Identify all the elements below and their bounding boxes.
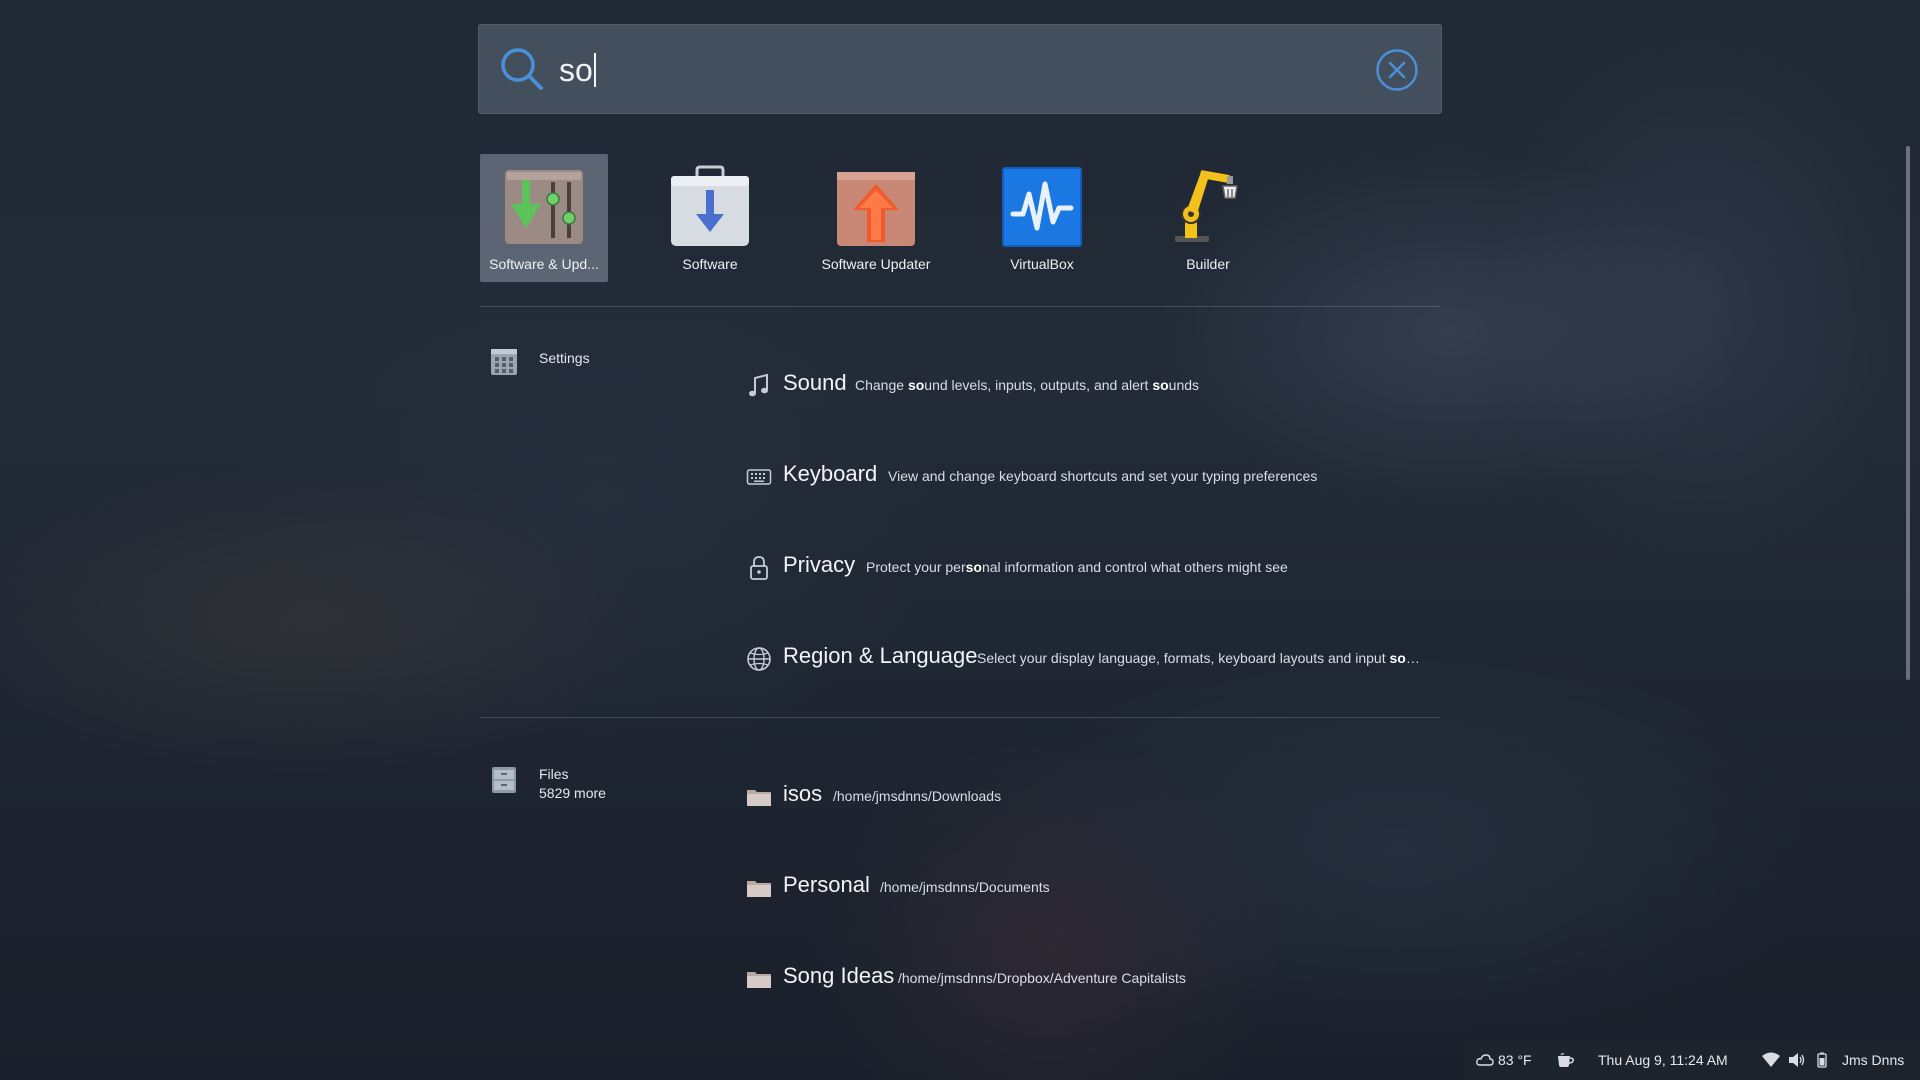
software-properties-icon bbox=[505, 170, 583, 244]
keyboard-icon bbox=[746, 469, 772, 485]
result-description: Select your display language, formats, k… bbox=[977, 650, 1420, 666]
app-software-updater[interactable]: Software Updater bbox=[812, 154, 940, 282]
app-label: Software Updater bbox=[821, 256, 931, 272]
app-label: Software bbox=[682, 256, 738, 272]
lock-icon bbox=[750, 556, 768, 580]
desc-text: View and change keyboard shortcuts and s… bbox=[888, 468, 1318, 484]
result-title: Song Ideas bbox=[783, 963, 895, 988]
cloud-icon bbox=[1476, 1054, 1494, 1066]
desc-match: so bbox=[1389, 650, 1406, 666]
result-description: View and change keyboard shortcuts and s… bbox=[888, 468, 1317, 484]
user-menu[interactable]: Jms Dnns bbox=[1842, 1040, 1904, 1080]
app-software-and-updates[interactable]: Software & Upd... bbox=[480, 154, 608, 282]
result-title: isos bbox=[783, 781, 823, 806]
system-panel: 83 °F Thu Aug 9, 11:24 AM Jms Dnns bbox=[1464, 1040, 1920, 1080]
app-builder[interactable]: Builder bbox=[1144, 154, 1272, 282]
wifi-icon[interactable] bbox=[1762, 1052, 1780, 1068]
desc-match: so bbox=[907, 377, 925, 393]
settings-app-icon bbox=[491, 349, 517, 375]
folder-icon bbox=[747, 881, 771, 897]
text-caret bbox=[593, 53, 596, 87]
result-title: Personal bbox=[783, 872, 870, 897]
category-name: Settings bbox=[539, 350, 590, 366]
software-center-icon bbox=[671, 165, 749, 246]
coffee-cup-icon[interactable] bbox=[1556, 1052, 1576, 1068]
results-scrollbar[interactable] bbox=[1906, 146, 1910, 680]
folder-icon bbox=[747, 790, 771, 806]
search-bar[interactable]: so bbox=[478, 24, 1442, 114]
file-cabinet-icon bbox=[492, 767, 516, 793]
volume-icon[interactable] bbox=[1788, 1052, 1806, 1068]
section-divider bbox=[480, 717, 1440, 718]
desc-match: so bbox=[1152, 377, 1169, 393]
app-label: VirtualBox bbox=[1010, 256, 1074, 272]
folder-icon bbox=[747, 972, 771, 988]
battery-icon[interactable] bbox=[1816, 1052, 1828, 1068]
desc-text: … bbox=[1405, 650, 1420, 666]
globe-icon bbox=[747, 647, 771, 671]
result-title: Keyboard bbox=[783, 461, 878, 486]
section-divider bbox=[480, 306, 1440, 307]
result-title: Sound bbox=[783, 370, 847, 395]
app-label: Builder bbox=[1186, 256, 1230, 272]
search-query: so bbox=[559, 52, 593, 88]
clear-search-icon[interactable] bbox=[1375, 48, 1419, 92]
desc-text: Select your display language, formats, k… bbox=[977, 650, 1390, 666]
software-updater-icon bbox=[837, 172, 915, 246]
music-note-icon bbox=[749, 373, 768, 397]
file-path: /home/jmsdnns/Dropbox/Adventure Capitali… bbox=[898, 970, 1186, 986]
desc-text: und levels, inputs, outputs, and alert bbox=[924, 377, 1153, 393]
result-description: Protect your personal information and co… bbox=[866, 559, 1288, 575]
desc-text: Protect your per bbox=[866, 559, 966, 575]
result-description: Change sound levels, inputs, outputs, an… bbox=[855, 377, 1199, 393]
desc-match: so bbox=[965, 559, 982, 575]
app-virtualbox[interactable]: VirtualBox bbox=[978, 154, 1106, 282]
virtualbox-icon bbox=[1002, 167, 1082, 247]
result-title: Privacy bbox=[783, 552, 856, 577]
app-software[interactable]: Software bbox=[646, 154, 774, 282]
desc-text: nal information and control what others … bbox=[981, 559, 1288, 575]
desc-text: unds bbox=[1168, 377, 1200, 393]
more-count[interactable]: 5829 more bbox=[539, 785, 606, 801]
app-label: Software & Upd... bbox=[489, 256, 599, 272]
app-results: Software & Upd... Software Software Upda… bbox=[480, 154, 1440, 284]
result-title: Region & Language bbox=[783, 643, 978, 668]
search-icon bbox=[501, 48, 543, 90]
builder-icon bbox=[1175, 170, 1238, 242]
weather-readout[interactable]: 83 °F bbox=[1498, 1040, 1532, 1080]
file-path: /home/jmsdnns/Documents bbox=[880, 879, 1050, 895]
clock[interactable]: Thu Aug 9, 11:24 AM bbox=[1598, 1040, 1728, 1080]
file-path: /home/jmsdnns/Downloads bbox=[833, 788, 1002, 804]
search-input[interactable]: so bbox=[559, 45, 596, 95]
desc-text: Change bbox=[855, 377, 908, 393]
category-name: Files bbox=[539, 766, 569, 782]
